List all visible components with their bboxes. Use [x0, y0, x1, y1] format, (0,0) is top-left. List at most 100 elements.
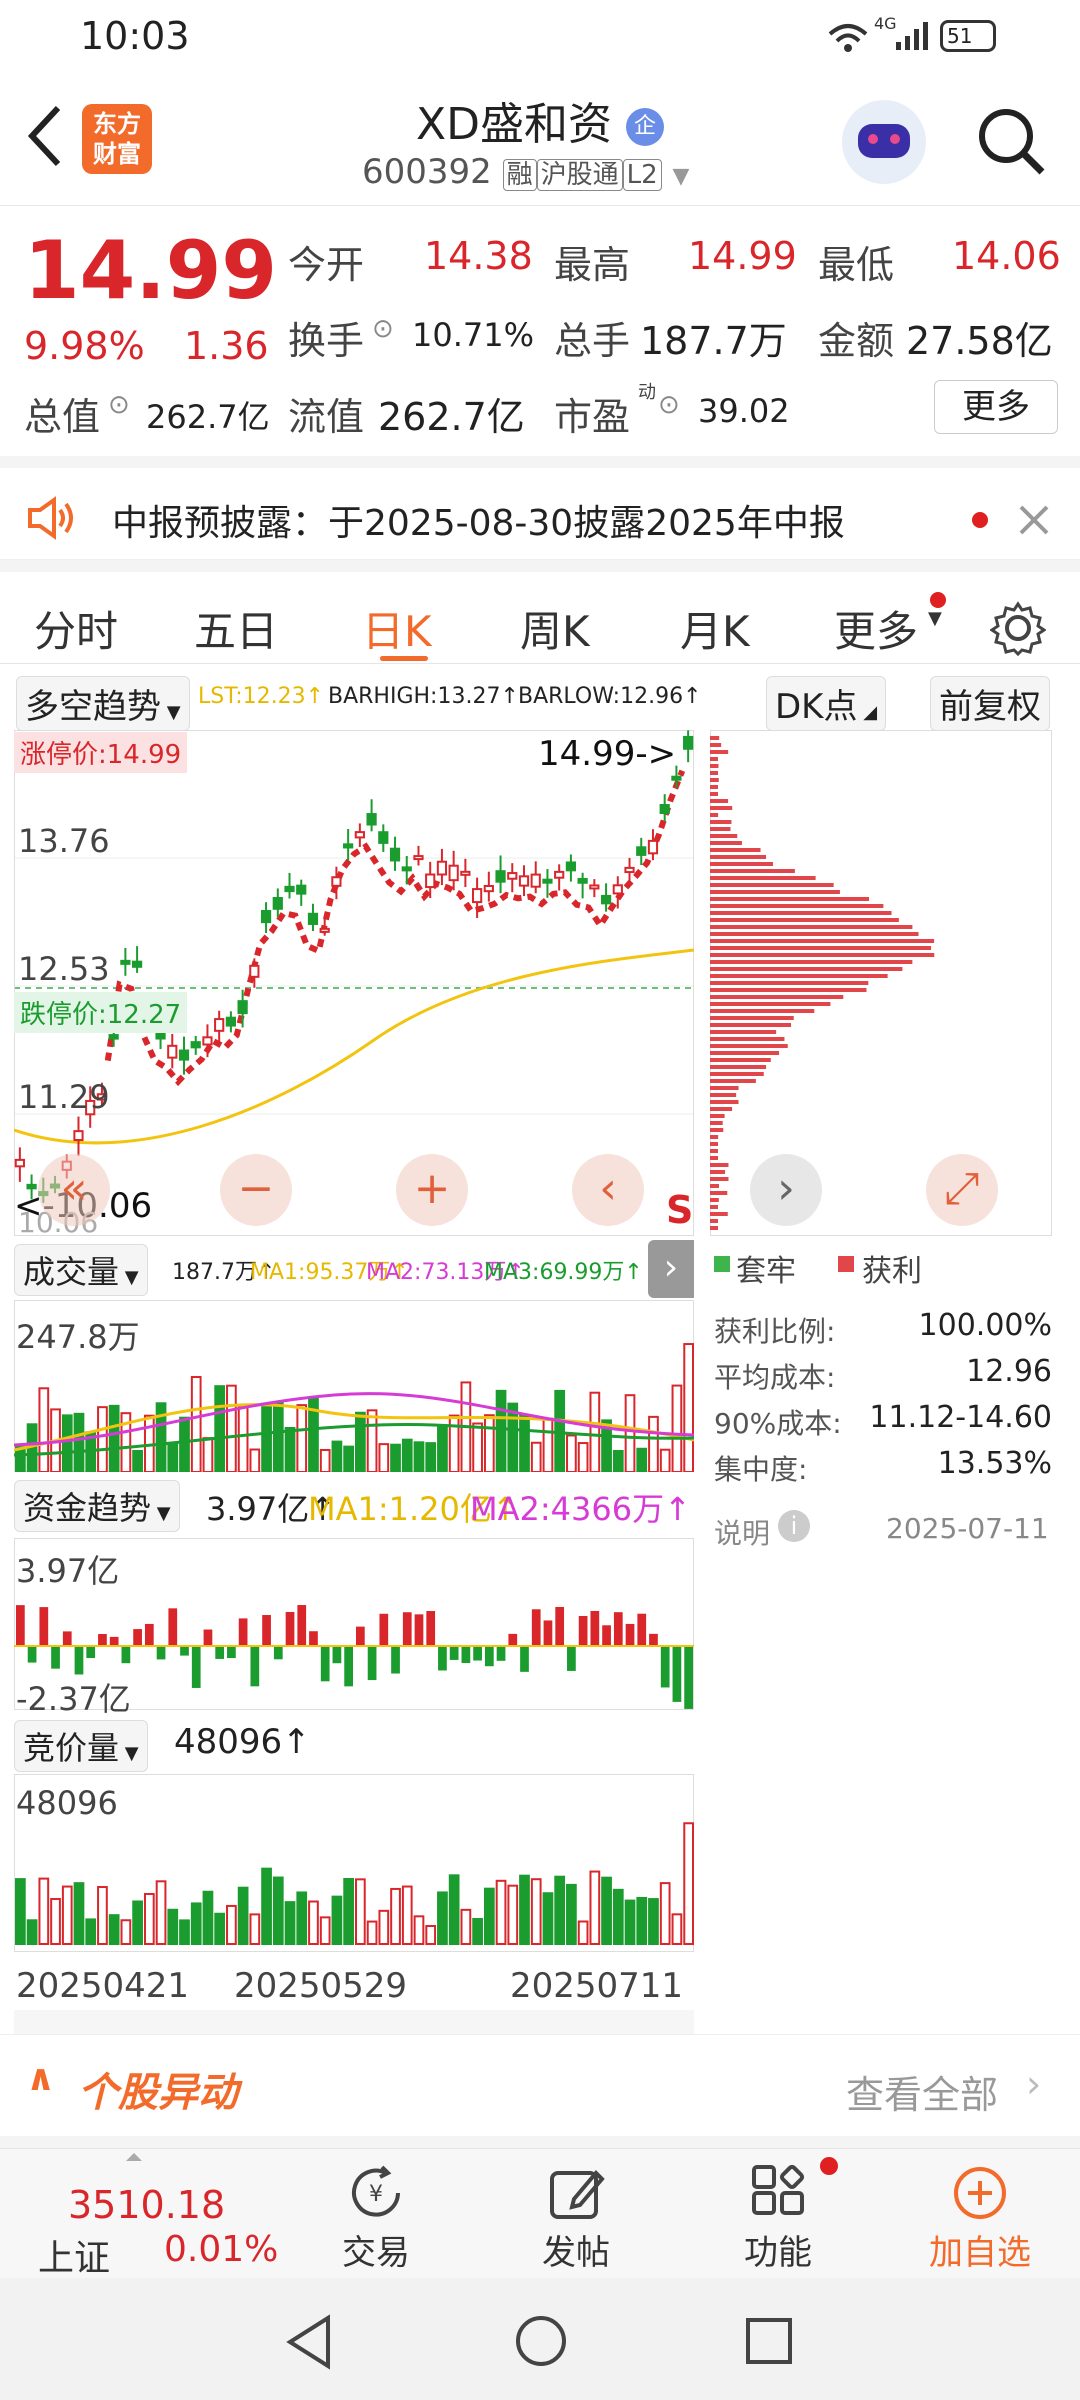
volume-bar [390, 1443, 401, 1472]
info-icon[interactable]: ⊙ [372, 314, 394, 344]
chip-bar [710, 771, 718, 775]
chip-bar [710, 1065, 767, 1069]
auction-bar [73, 1882, 85, 1945]
post-button[interactable]: 发帖 [506, 2161, 646, 2274]
fund-bar [520, 1646, 529, 1672]
float-cap-label: 流值 [288, 395, 365, 439]
functions-button[interactable]: 功能 [708, 2157, 848, 2274]
adjust-button[interactable]: 前复权 [930, 676, 1050, 731]
candle-body [190, 1041, 201, 1049]
open-label: 今开 [288, 243, 365, 287]
auction-bar [577, 1920, 589, 1945]
y-label-3: 11.29 [18, 1078, 110, 1116]
tab-daily-k[interactable]: 日K [362, 598, 432, 659]
rewind-button[interactable]: « [38, 1154, 110, 1226]
index-name[interactable]: 上证 [38, 2229, 110, 2281]
barhigh-value: BARHIGH:13.27↑ [328, 684, 519, 709]
candle-body [495, 870, 506, 883]
fund-select[interactable]: 资金趋势 ▼ [14, 1480, 180, 1532]
candle-body [647, 839, 659, 855]
tab-5day[interactable]: 五日 [194, 598, 278, 659]
volume-bar [237, 1406, 249, 1472]
info-icon[interactable]: ⊙ [658, 390, 680, 420]
tab-monthly-k[interactable]: 月K [680, 598, 750, 659]
expand-panel-button[interactable]: › [648, 1240, 694, 1298]
note-label[interactable]: 说明 [714, 1512, 770, 1552]
auction-bar [97, 1886, 108, 1945]
candle-body [307, 912, 319, 925]
chip-bar [710, 1058, 771, 1062]
date-label-3: 20250711 [510, 1966, 684, 2006]
indicator-select[interactable]: 多空趋势 ▼ [16, 676, 190, 731]
auction-bar [671, 1913, 683, 1945]
chevron-down-icon[interactable]: ▼ [672, 164, 689, 189]
search-icon[interactable] [976, 106, 1048, 178]
chip-bar [710, 1177, 729, 1181]
low-label: 最低 [818, 243, 895, 287]
chip-bar [710, 1114, 725, 1118]
date-label-1: 20250421 [16, 1966, 190, 2006]
auction-bar [624, 1899, 636, 1945]
chevron-right-icon[interactable]: › [1026, 2062, 1041, 2106]
info-icon[interactable]: ⊙ [108, 390, 130, 420]
index-pct[interactable]: 0.01% [164, 2229, 278, 2270]
trade-button[interactable]: ¥ 交易 [306, 2161, 446, 2274]
auction-bar [413, 1915, 425, 1946]
zoom-in-button[interactable]: + [396, 1154, 468, 1226]
info-icon[interactable]: i [778, 1510, 810, 1542]
candle-body [343, 843, 354, 849]
chip-bar [710, 1198, 719, 1202]
chip-bar [710, 876, 816, 880]
auction-bar [554, 1875, 566, 1945]
chip-bar [710, 1184, 720, 1188]
auction-bar [190, 1902, 202, 1945]
volume-select[interactable]: 成交量 ▼ [14, 1244, 148, 1296]
fund-bar [379, 1613, 389, 1646]
volume-bar [73, 1412, 85, 1472]
prev-button[interactable]: ‹ [572, 1154, 644, 1226]
stock-title: XD盛和资 [415, 99, 613, 150]
chip-bar [710, 806, 733, 810]
y-label-1: 13.76 [18, 822, 110, 860]
plus-circle-icon [954, 2167, 1006, 2219]
back-icon[interactable] [24, 104, 64, 168]
dk-point-button[interactable]: DK点 ◢ [766, 676, 887, 731]
more-button[interactable]: 更多 [934, 380, 1058, 434]
tab-minute[interactable]: 分时 [34, 598, 118, 659]
tab-weekly-k[interactable]: 周K [520, 598, 590, 659]
chip-bar [710, 1093, 737, 1097]
auction-bar [448, 1874, 460, 1945]
tab-more[interactable]: 更多 [834, 598, 918, 659]
candle-body [518, 875, 530, 887]
nav-home-icon[interactable] [514, 2314, 568, 2368]
gear-icon[interactable] [990, 600, 1046, 656]
avg-cost-value: 12.96 [966, 1354, 1052, 1389]
auction-bar [26, 1919, 38, 1945]
candle-body [401, 866, 412, 872]
index-value[interactable]: 3510.18 [68, 2183, 225, 2227]
barlow-value: BARLOW:12.96↑ [518, 684, 702, 709]
nav-back-icon[interactable] [284, 2314, 334, 2370]
fund-bar [367, 1646, 377, 1681]
caret-down-icon: ▼ [928, 608, 942, 629]
notice-bar[interactable]: 中报预披露：于2025-08-30披露2025年中报 [0, 456, 1080, 560]
fund-bar [203, 1629, 213, 1646]
auction-bar [566, 1883, 577, 1945]
add-watchlist-button[interactable]: 加自选 [910, 2161, 1050, 2274]
svg-text:¥: ¥ [369, 2182, 383, 2207]
fund-bar [168, 1608, 178, 1646]
fund-bar [625, 1623, 635, 1646]
zoom-out-button[interactable]: − [220, 1154, 292, 1226]
market-cap-label: 总值 [24, 395, 101, 439]
candle-body [214, 1018, 225, 1032]
auction-bar [249, 1913, 261, 1945]
auction-bar [155, 1880, 167, 1946]
auction-select[interactable]: 竞价量 ▼ [14, 1720, 148, 1772]
close-icon[interactable] [1018, 504, 1050, 536]
assistant-avatar[interactable] [842, 100, 926, 184]
trend-line [104, 769, 686, 1087]
stock-name: XD盛和资 企 [360, 88, 720, 152]
nav-recents-icon[interactable] [744, 2316, 794, 2366]
view-all-link[interactable]: 查看全部 [846, 2064, 998, 2119]
fund-bar [262, 1615, 271, 1646]
